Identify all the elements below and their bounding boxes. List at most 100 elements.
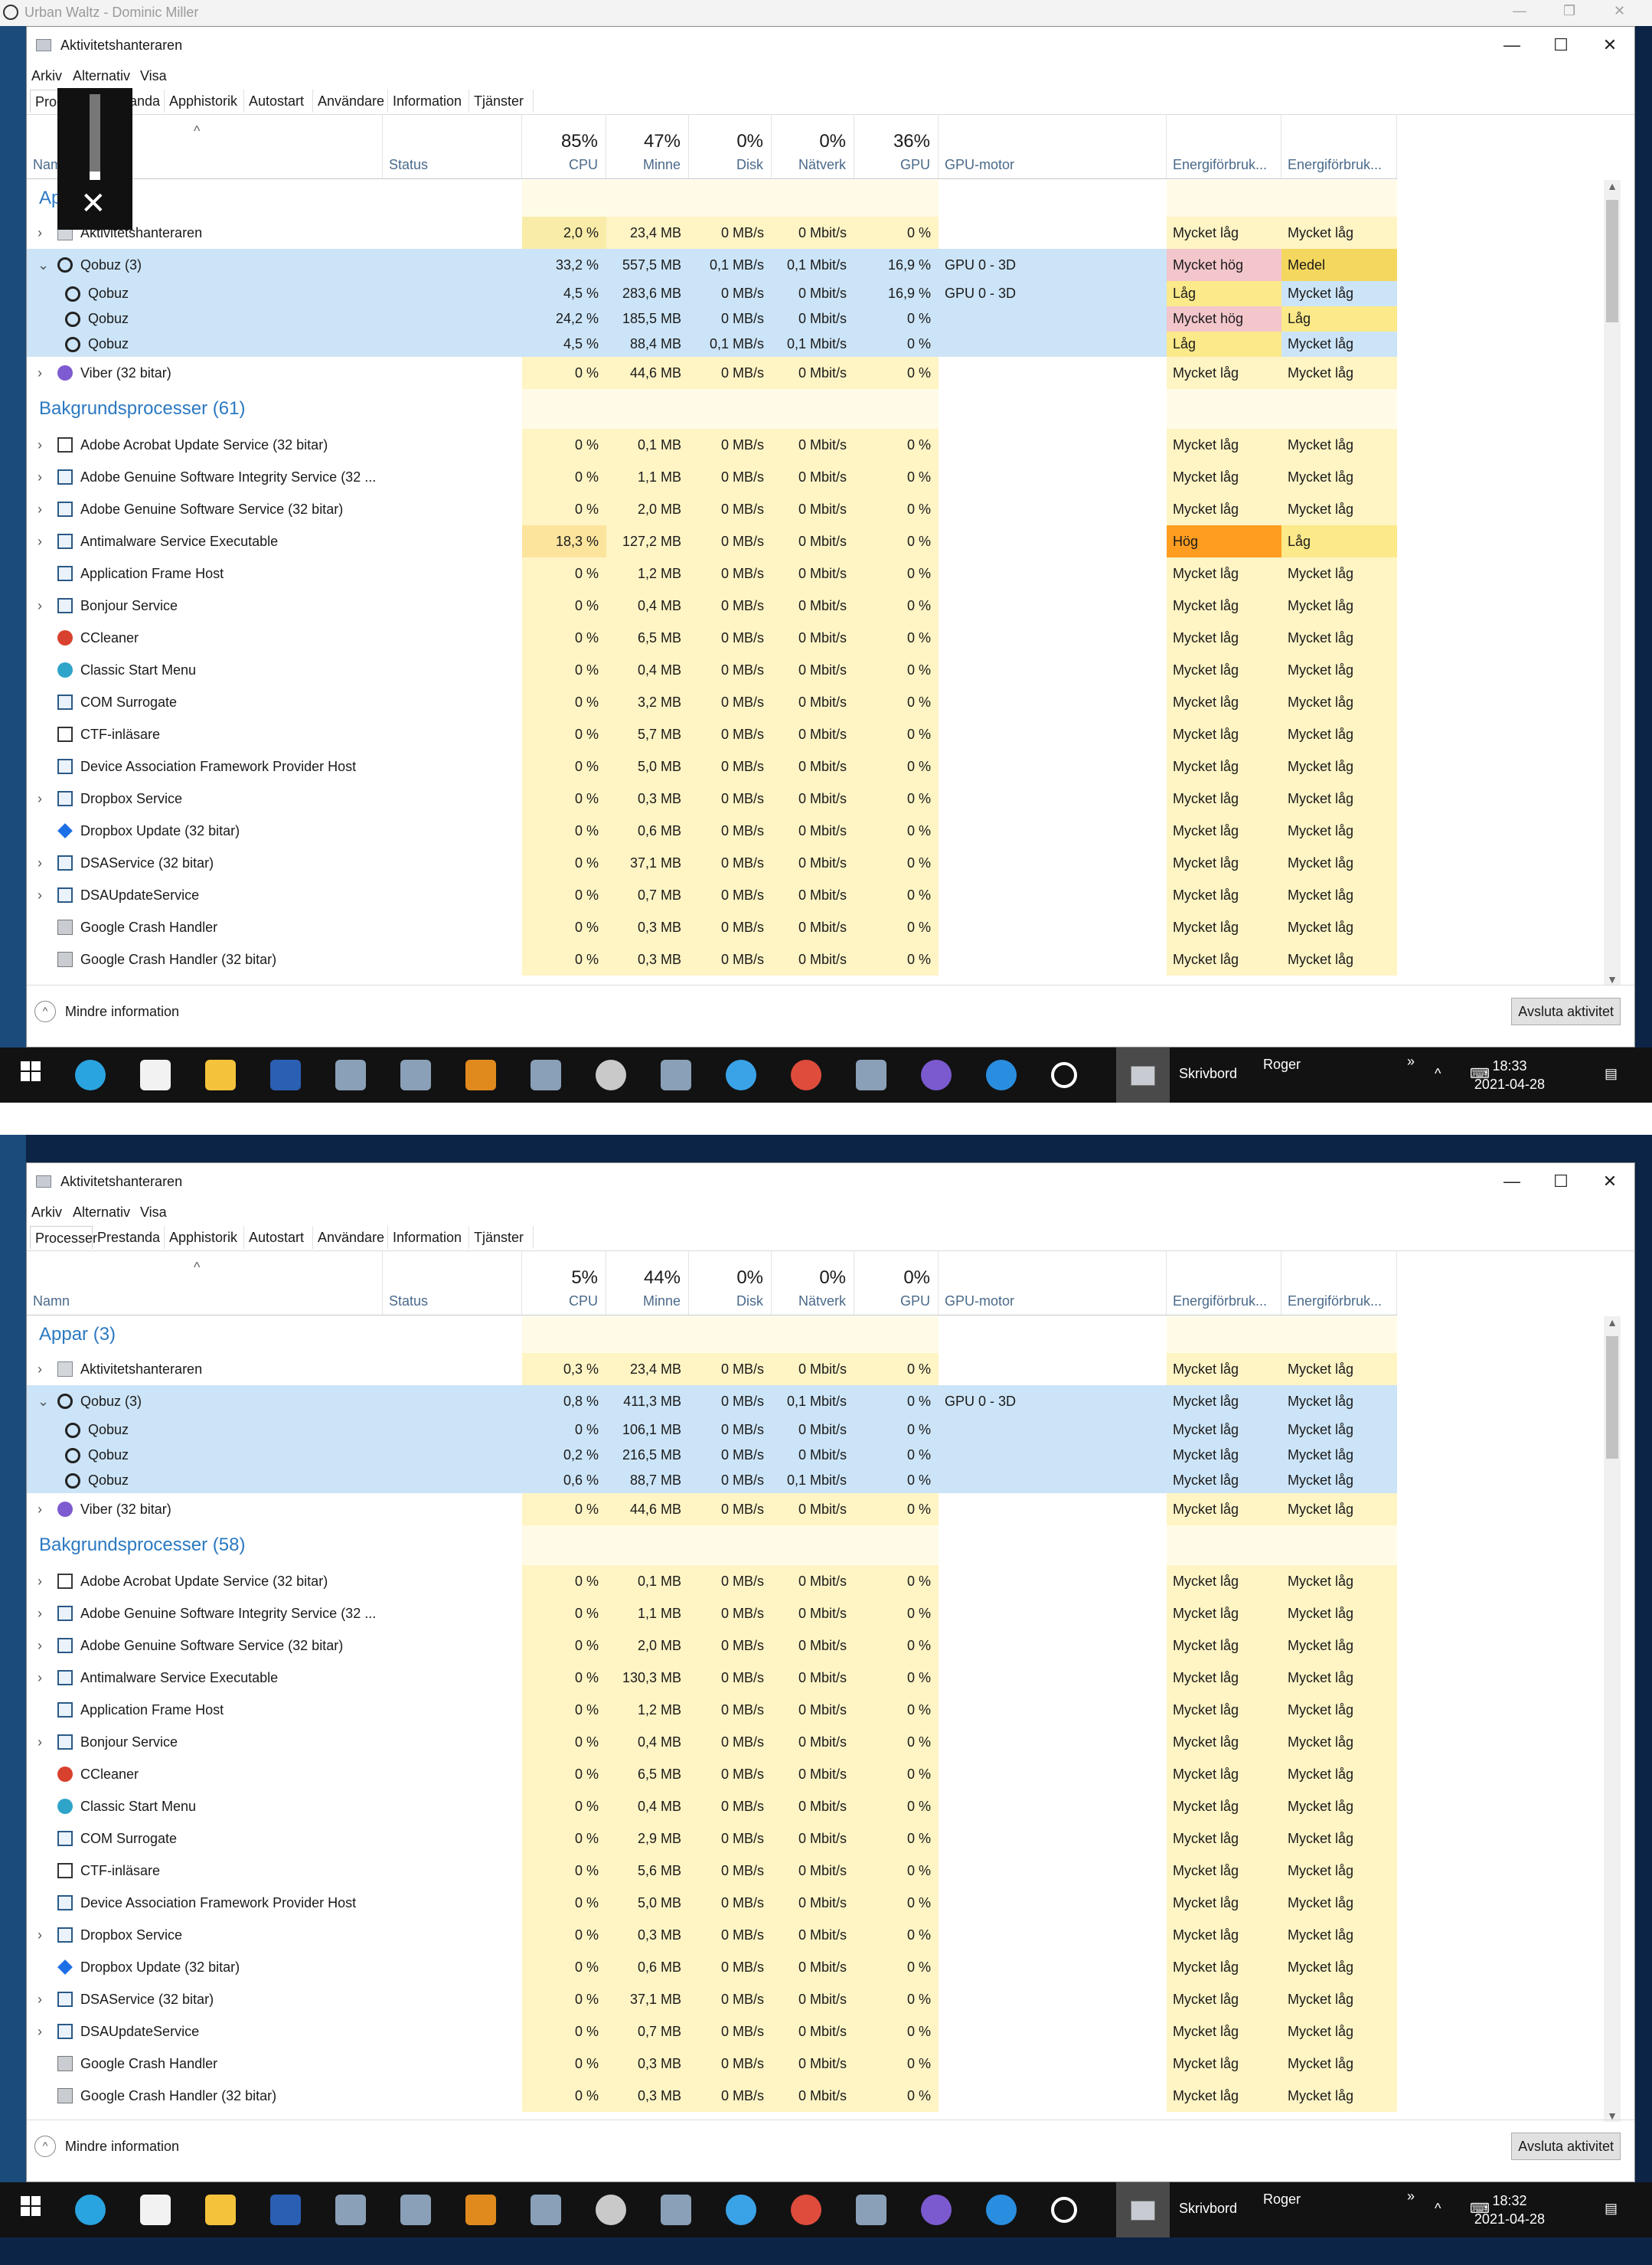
col-energy-trend[interactable]: Energiförbruk... <box>1281 114 1397 178</box>
notification-icon[interactable]: ▤ <box>1605 1066 1618 1082</box>
show-hidden-icons[interactable]: ^ <box>1435 1066 1441 1082</box>
app-icon[interactable] <box>531 2195 561 2225</box>
qobuz-icon[interactable] <box>1051 2197 1077 2223</box>
explorer-icon[interactable] <box>205 2195 236 2225</box>
chevron-up-icon[interactable]: ^ <box>34 1001 56 1022</box>
process-row[interactable]: › Antimalware Service Executable 0 % 130,3 … <box>27 1662 1397 1694</box>
menu-alternativ[interactable]: Alternativ <box>73 68 130 84</box>
process-row[interactable]: › Viber (32 bitar) 0 % 44,6 MB 0 MB/s 0 Mbit/… <box>27 1493 1397 1525</box>
vertical-scrollbar[interactable]: ▲ ▼ <box>1604 180 1621 985</box>
chevron-right-icon[interactable]: › <box>38 493 42 525</box>
process-row[interactable]: Classic Start Menu 0 % 0,4 MB 0 MB/s 0 Mbit/… <box>27 1790 1397 1822</box>
desktop-toolbar-label[interactable]: Skrivbord <box>1179 1066 1237 1082</box>
chevron-right-icon[interactable]: › <box>38 1353 42 1385</box>
process-row[interactable]: › Antimalware Service Executable 18,3 % 127… <box>27 525 1397 557</box>
tab-app-history[interactable]: Apphistorik <box>165 1226 244 1249</box>
desktop-toolbar-label[interactable]: Skrivbord <box>1179 2201 1237 2217</box>
chevron-right-icon[interactable]: › <box>38 429 42 461</box>
process-row[interactable]: Google Crash Handler 0 % 0,3 MB 0 MB/s 0 Mbi… <box>27 2048 1397 2080</box>
col-energy[interactable]: Energiförbruk... <box>1167 114 1281 178</box>
taskmanager-icon[interactable] <box>1116 2182 1170 2237</box>
chevron-down-icon[interactable]: ⌄ <box>38 249 49 281</box>
tab-services[interactable]: Tjänster <box>469 90 534 113</box>
col-energy[interactable]: Energiförbruk... <box>1167 1250 1281 1315</box>
col-gpu-engine[interactable]: GPU-motor <box>939 1250 1167 1315</box>
col-energy-trend[interactable]: Energiförbruk... <box>1281 1250 1397 1315</box>
menu-alternativ[interactable]: Alternativ <box>73 1204 130 1221</box>
process-row[interactable]: Qobuz 0,6 % 88,7 MB 0 MB/s 0,1 Mbit/s 0 % Myck… <box>27 1468 1397 1493</box>
word-icon[interactable] <box>270 1060 301 1090</box>
process-row[interactable]: › Adobe Genuine Software Service (32 bita… <box>27 493 1397 525</box>
itunes-icon[interactable] <box>726 1060 756 1090</box>
menu-arkiv[interactable]: Arkiv <box>31 68 62 84</box>
chevron-right-icon[interactable]: › <box>38 1662 42 1694</box>
process-row[interactable]: › Dropbox Service 0 % 0,3 MB 0 MB/s 0 Mbit/s 0… <box>27 1919 1397 1951</box>
maximize-button[interactable]: ☐ <box>1536 31 1585 59</box>
tab-details[interactable]: Information <box>388 1226 469 1249</box>
col-memory[interactable]: 44% Minne <box>606 1250 689 1315</box>
col-disk[interactable]: 0% Disk <box>689 1250 772 1315</box>
notification-icon[interactable]: ▤ <box>1605 2201 1618 2217</box>
chevron-right-icon[interactable]: › <box>38 590 42 622</box>
menu-visa[interactable]: Visa <box>140 68 167 84</box>
process-row[interactable]: › Aktivitetshanteraren 0,3 % 23,4 MB 0 MB/s 0… <box>27 1353 1397 1385</box>
process-row[interactable]: › Adobe Acrobat Update Service (32 bitar)… <box>27 1565 1397 1597</box>
process-row[interactable]: Google Crash Handler (32 bitar) 0 % 0,3 MB… <box>27 2080 1397 2112</box>
process-row[interactable]: Device Association Framework Provider Ho… <box>27 1887 1397 1919</box>
ie-icon[interactable] <box>986 1060 1017 1090</box>
chrome-icon[interactable] <box>791 2195 821 2225</box>
explorer-icon[interactable] <box>205 1060 236 1090</box>
chevron-right-icon[interactable]: › <box>38 525 42 557</box>
close-button[interactable]: ✕ <box>1585 31 1634 59</box>
scroll-up-icon[interactable]: ▲ <box>1604 180 1621 192</box>
process-row[interactable]: CCleaner 0 % 6,5 MB 0 MB/s 0 Mbit/s 0 % Mycket… <box>27 1758 1397 1790</box>
tab-app-history[interactable]: Apphistorik <box>165 90 244 113</box>
tab-users[interactable]: Användare <box>313 1226 388 1249</box>
menu-arkiv[interactable]: Arkiv <box>31 1204 62 1221</box>
process-row[interactable]: Google Crash Handler 0 % 0,3 MB 0 MB/s 0 Mbi… <box>27 911 1397 943</box>
scroll-up-icon[interactable]: ▲ <box>1604 1316 1621 1329</box>
app-icon[interactable] <box>335 2195 366 2225</box>
app-icon[interactable] <box>531 1060 561 1090</box>
process-row[interactable]: COM Surrogate 0 % 2,9 MB 0 MB/s 0 Mbit/s 0 % M… <box>27 1822 1397 1855</box>
chevron-right-icon[interactable]: › <box>38 217 42 249</box>
app-icon[interactable] <box>400 2195 431 2225</box>
itunes-icon[interactable] <box>726 2195 756 2225</box>
close-button[interactable]: ✕ <box>1585 1168 1634 1195</box>
store-icon[interactable] <box>140 2195 171 2225</box>
chrome-icon[interactable] <box>791 1060 821 1090</box>
chevron-right-icon[interactable]: › <box>38 1493 42 1525</box>
process-row[interactable]: Qobuz 24,2 % 185,5 MB 0 MB/s 0 Mbit/s 0 % Myck… <box>27 306 1397 332</box>
fewer-details-link[interactable]: Mindre information <box>65 1004 179 1020</box>
process-row[interactable]: › Adobe Genuine Software Integrity Servic… <box>27 1597 1397 1629</box>
process-row[interactable]: COM Surrogate 0 % 3,2 MB 0 MB/s 0 Mbit/s 0 % M… <box>27 686 1397 718</box>
app-icon[interactable] <box>856 1060 886 1090</box>
process-row[interactable]: Dropbox Update (32 bitar) 0 % 0,6 MB 0 MB/s… <box>27 1951 1397 1983</box>
edge-icon[interactable] <box>75 1060 106 1090</box>
menu-visa[interactable]: Visa <box>140 1204 167 1221</box>
process-row[interactable]: › Aktivitetshanteraren 2,0 % 23,4 MB 0 MB/s 0… <box>27 217 1397 249</box>
process-row[interactable]: Application Frame Host 0 % 1,2 MB 0 MB/s 0 M… <box>27 557 1397 590</box>
col-disk[interactable]: 0% Disk <box>689 114 772 178</box>
clock[interactable]: 18:33 2021-04-28 <box>1474 1057 1545 1093</box>
scroll-down-icon[interactable]: ▼ <box>1604 973 1621 985</box>
chevron-right-icon[interactable]: › <box>38 1919 42 1951</box>
col-network[interactable]: 0% Nätverk <box>772 114 854 178</box>
process-row[interactable]: CTF-inläsare 0 % 5,6 MB 0 MB/s 0 Mbit/s 0 % My… <box>27 1855 1397 1887</box>
process-row[interactable]: › Adobe Genuine Software Service (32 bita… <box>27 1629 1397 1662</box>
chevron-right-icon[interactable]: › <box>38 1629 42 1662</box>
process-row[interactable]: CCleaner 0 % 6,5 MB 0 MB/s 0 Mbit/s 0 % Mycket… <box>27 622 1397 654</box>
col-gpu[interactable]: 36% GPU <box>854 114 939 178</box>
maximize-button[interactable]: ☐ <box>1536 1168 1585 1195</box>
clock[interactable]: 18:32 2021-04-28 <box>1474 2191 1545 2228</box>
viber-icon[interactable] <box>921 2195 952 2225</box>
process-row[interactable]: Qobuz 4,5 % 283,6 MB 0 MB/s 0 Mbit/s 16,9 % GP… <box>27 281 1397 306</box>
chevron-down-icon[interactable]: ⌄ <box>38 1385 49 1417</box>
col-status[interactable]: Status <box>383 114 522 178</box>
chevron-right-icon[interactable]: › <box>38 1983 42 2015</box>
col-network[interactable]: 0% Nätverk <box>772 1250 854 1315</box>
process-row[interactable]: › DSAService (32 bitar) 0 % 37,1 MB 0 MB/s 0 … <box>27 1983 1397 2015</box>
word-icon[interactable] <box>270 2195 301 2225</box>
restore-icon[interactable]: ❐ <box>1563 3 1575 19</box>
process-row[interactable]: ⌄ Qobuz (3) 33,2 % 557,5 MB 0,1 MB/s 0,1 Mbit… <box>27 249 1397 281</box>
